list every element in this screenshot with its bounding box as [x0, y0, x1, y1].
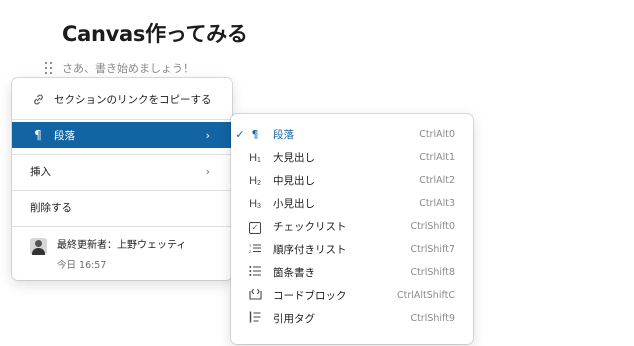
code-block-icon — [247, 288, 263, 303]
shortcut-label: CtrlAlt1 — [419, 152, 455, 163]
shortcut-label: CtrlShift0 — [410, 221, 455, 232]
pilcrow-icon: ¶ — [34, 128, 42, 142]
menu-divider — [12, 226, 232, 227]
submenu-item-heading2[interactable]: H2 中見出し CtrlAlt2 — [231, 169, 473, 192]
submenu-item-paragraph[interactable]: ✓ ¶ 段落 CtrlAlt0 — [231, 123, 473, 146]
submenu-item-quote[interactable]: 引用タグ CtrlShift9 — [231, 307, 473, 330]
submenu-item-label: 段落 — [273, 129, 294, 141]
submenu-item-label: 大見出し — [273, 152, 315, 164]
submenu-item-bullet-list[interactable]: 箇条書き CtrlShift8 — [231, 261, 473, 284]
submenu-item-label: チェックリスト — [273, 221, 347, 233]
page-title: Canvas作ってみる — [62, 22, 248, 46]
bullet-list-icon — [247, 265, 263, 280]
delete-label: 削除する — [30, 201, 72, 214]
shortcut-label: CtrlShift7 — [410, 244, 455, 255]
submenu-item-label: 順序付きリスト — [273, 244, 347, 256]
shortcut-label: CtrlShift9 — [410, 313, 455, 324]
submenu-item-heading1[interactable]: H1 大見出し CtrlAlt1 — [231, 146, 473, 169]
paragraph-item[interactable]: ¶ 段落 › — [12, 122, 232, 148]
submenu-item-label: コードブロック — [273, 290, 347, 302]
shortcut-label: CtrlShift8 — [410, 267, 455, 278]
shortcut-label: CtrlAlt3 — [419, 198, 455, 209]
svg-text:1: 1 — [249, 243, 252, 248]
last-updated-info: 最終更新者：上野ウェッティ 今日 16:57 — [30, 236, 186, 271]
submenu-item-heading3[interactable]: H3 小見出し CtrlAlt3 — [231, 192, 473, 215]
quote-icon — [247, 311, 263, 326]
avatar — [30, 238, 47, 255]
menu-divider — [12, 119, 232, 120]
heading2-icon: H2 — [249, 174, 261, 187]
insert-item[interactable]: 挿入 › — [12, 158, 232, 184]
editor-placeholder[interactable]: さあ、書き始めましょう！ — [62, 60, 194, 76]
svg-text:2: 2 — [249, 249, 252, 254]
shortcut-label: CtrlAltShiftC — [397, 290, 455, 301]
insert-label: 挿入 — [30, 165, 51, 178]
submenu-item-code-block[interactable]: コードブロック CtrlAltShiftC — [231, 284, 473, 307]
last-updated-by: 最終更新者：上野ウェッティ — [57, 240, 187, 251]
paragraph-label: 段落 — [54, 129, 75, 142]
pilcrow-icon: ¶ — [251, 128, 259, 141]
menu-divider — [12, 190, 232, 191]
submenu-item-label: 中見出し — [273, 175, 315, 187]
chevron-right-icon: › — [205, 164, 210, 178]
submenu-item-label: 箇条書き — [273, 267, 315, 279]
chevron-right-icon: › — [205, 128, 210, 142]
paragraph-style-submenu: ✓ ¶ 段落 CtrlAlt0 H1 大見出し CtrlAlt1 H2 中見出し… — [231, 114, 473, 344]
menu-divider — [12, 154, 232, 155]
checkbox-icon: ✓ — [247, 220, 263, 234]
shortcut-label: CtrlAlt0 — [419, 129, 455, 140]
delete-item[interactable]: 削除する — [12, 194, 232, 220]
submenu-item-label: 引用タグ — [273, 313, 315, 325]
copy-section-link-label: セクションのリンクをコピーする — [54, 93, 212, 106]
drag-handle-icon[interactable] — [44, 61, 54, 75]
context-menu: セクションのリンクをコピーする ¶ 段落 › 挿入 › 削除する 最終更新者：上… — [12, 78, 232, 280]
ordered-list-icon: 12 — [247, 242, 263, 257]
checkmark-icon: ✓ — [235, 128, 245, 141]
shortcut-label: CtrlAlt2 — [419, 175, 455, 186]
submenu-item-checklist[interactable]: ✓ チェックリスト CtrlShift0 — [231, 215, 473, 238]
heading1-icon: H1 — [249, 151, 261, 164]
document-line[interactable]: さあ、書き始めましょう！ — [44, 60, 194, 76]
last-updated-time: 今日 16:57 — [57, 260, 107, 271]
submenu-item-ordered-list[interactable]: 12 順序付きリスト CtrlShift7 — [231, 238, 473, 261]
submenu-item-label: 小見出し — [273, 198, 315, 210]
link-icon — [30, 93, 46, 106]
heading3-icon: H3 — [249, 197, 261, 210]
copy-section-link-item[interactable]: セクションのリンクをコピーする — [12, 86, 232, 112]
